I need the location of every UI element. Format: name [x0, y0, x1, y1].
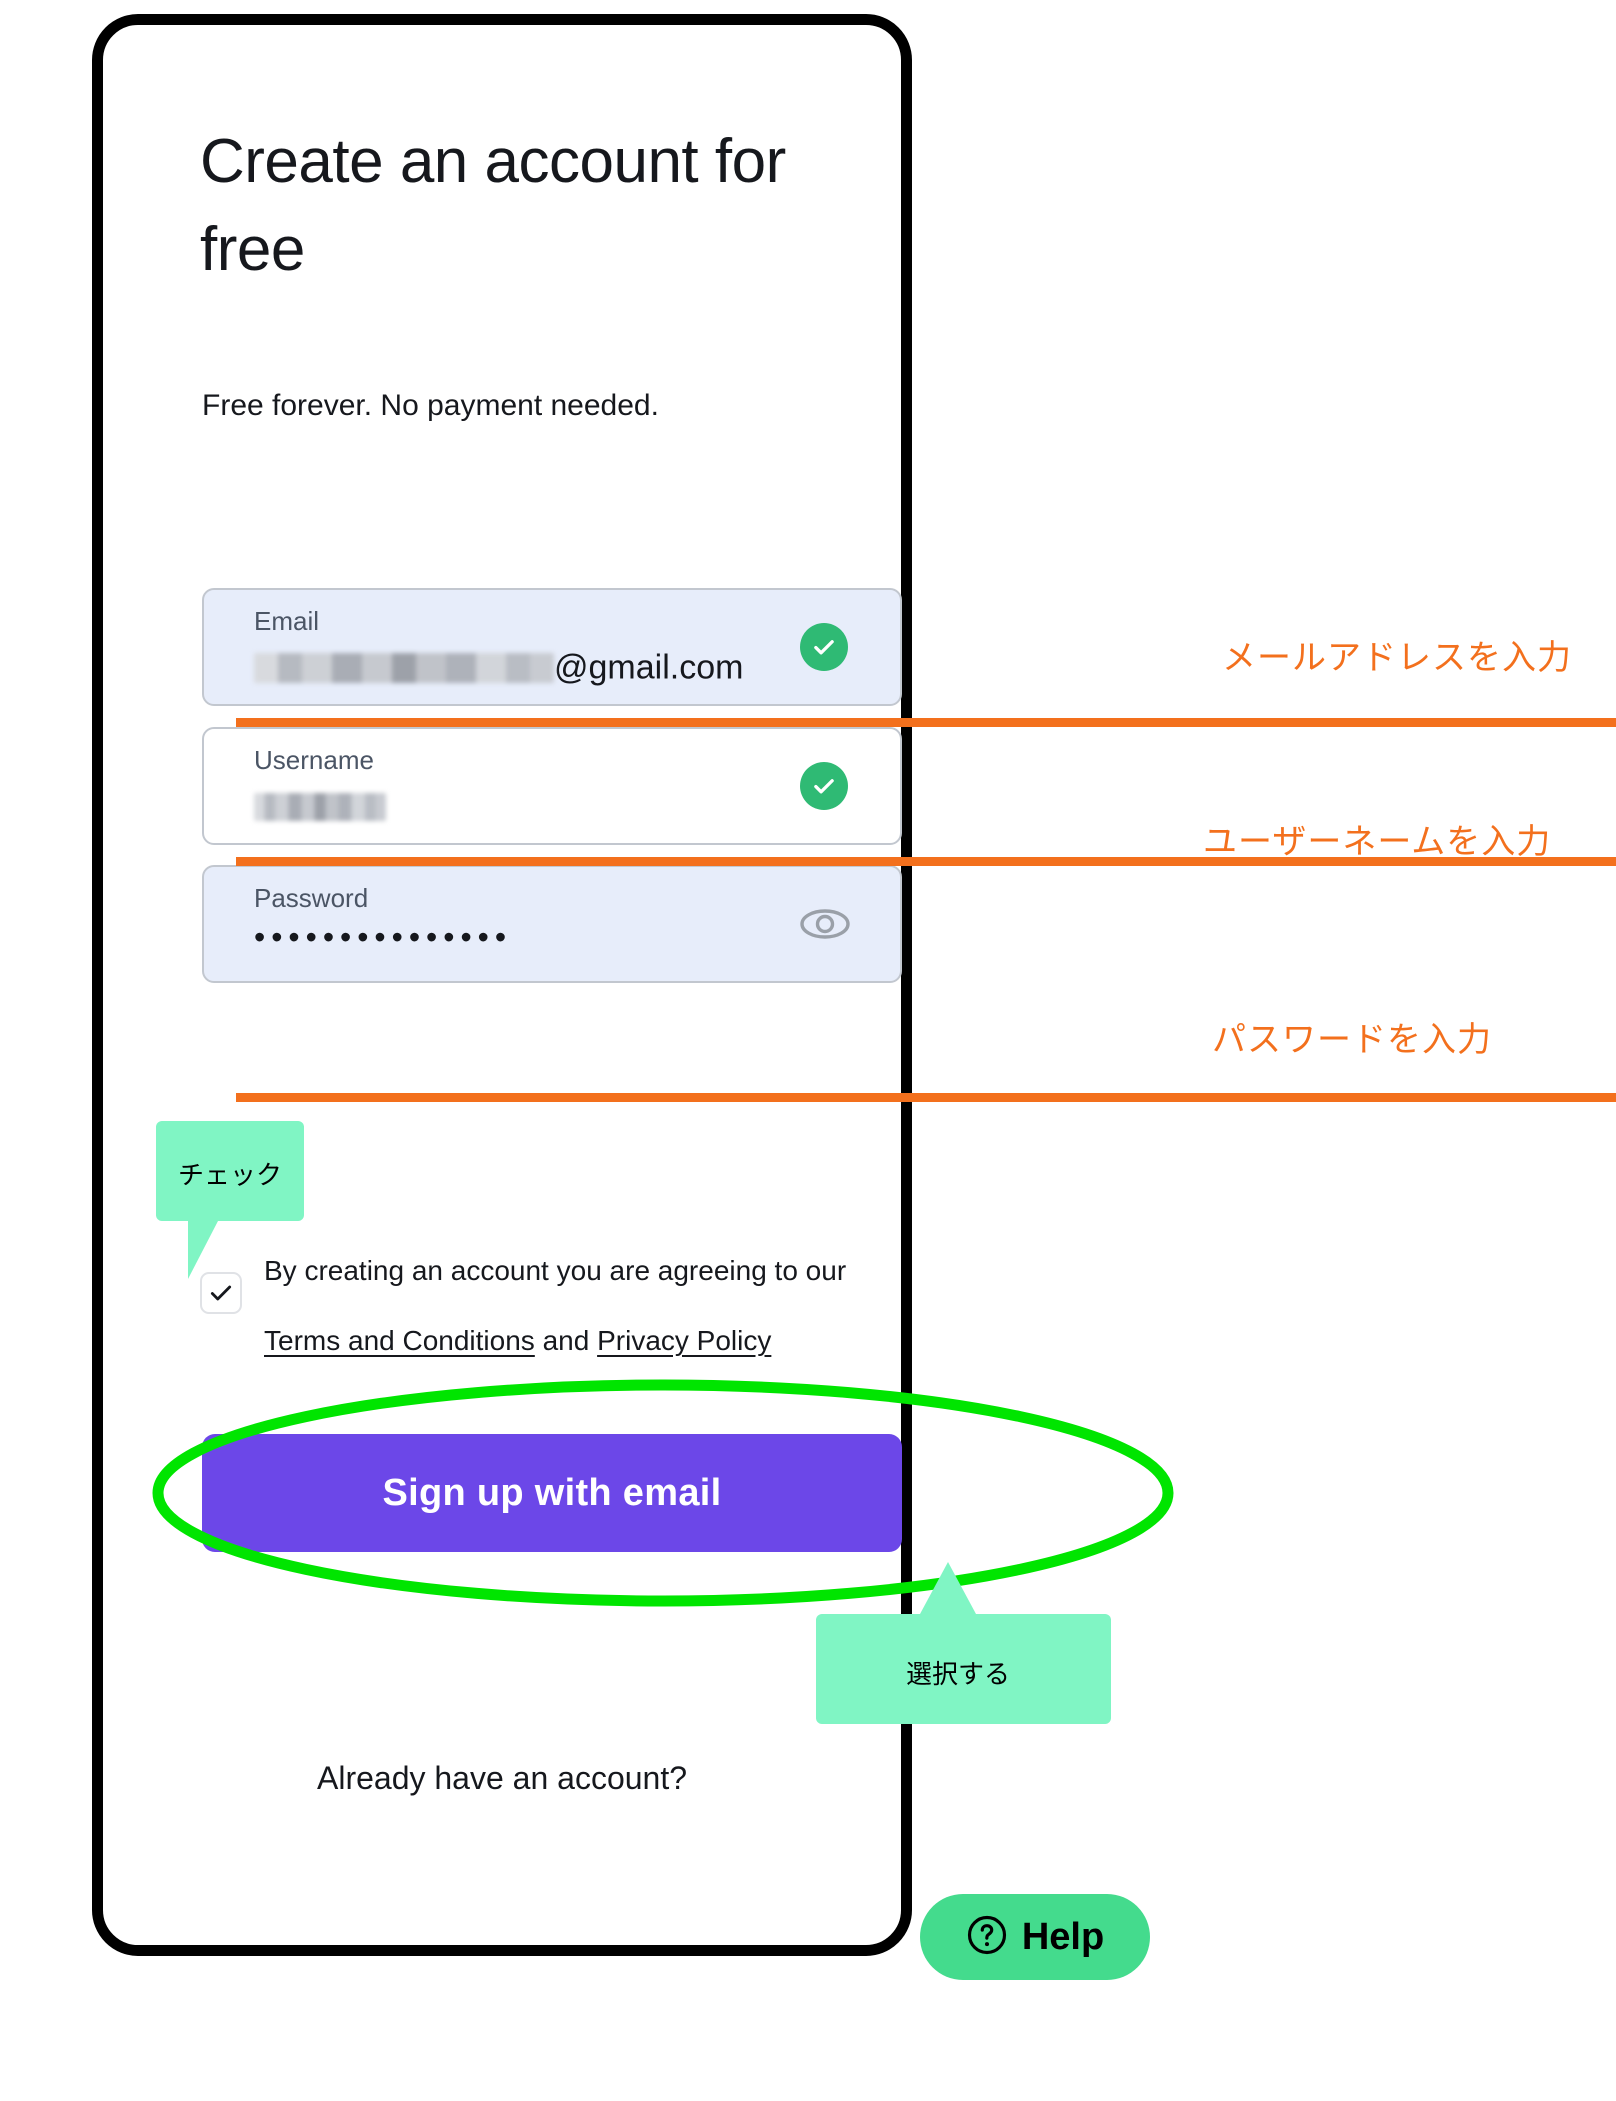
question-circle-icon — [966, 1914, 1008, 1961]
terms-text: By creating an account you are agreeing … — [264, 1236, 914, 1376]
help-button[interactable]: Help — [920, 1894, 1150, 1980]
annotation-text-password: パスワードを入力 — [1212, 1021, 1492, 1059]
check-circle-icon — [800, 623, 848, 671]
signup-with-email-button[interactable]: Sign up with email — [202, 1434, 902, 1552]
privacy-policy-link[interactable]: Privacy Policy — [597, 1325, 771, 1356]
password-field-value: ••••••••••••••• — [254, 919, 513, 955]
annotation-text-username: ユーザーネームを入力 — [1203, 823, 1552, 861]
annotation-text-email: メールアドレスを入力 — [1222, 639, 1572, 677]
email-field[interactable]: Email @gmail.com — [202, 588, 902, 706]
annotation-line-password — [236, 1093, 1616, 1102]
redacted-email-text — [254, 653, 554, 684]
callout-tail — [188, 1221, 218, 1279]
callout-check-label: チェック — [178, 1160, 283, 1190]
callout-select-label: 選択する — [906, 1659, 1011, 1689]
password-field[interactable]: Password ••••••••••••••• — [202, 865, 902, 983]
username-field-value — [254, 786, 386, 825]
username-field-label: Username — [254, 745, 374, 775]
callout-check: チェック — [156, 1121, 304, 1279]
username-field[interactable]: Username — [202, 727, 902, 845]
already-have-account-text[interactable]: Already have an account? — [0, 1760, 1004, 1797]
redacted-username-text — [254, 793, 386, 822]
callout-select: 選択する — [816, 1562, 1111, 1724]
eye-icon[interactable] — [796, 904, 854, 944]
terms-text-middle: and — [534, 1325, 598, 1356]
email-field-value: @gmail.com — [254, 647, 743, 688]
email-field-label: Email — [254, 606, 320, 636]
terms-text-before: By creating an account you are agreeing … — [264, 1255, 847, 1286]
terms-and-conditions-link[interactable]: Terms and Conditions — [264, 1325, 535, 1356]
email-domain-text: @gmail.com — [554, 648, 744, 687]
annotation-line-email — [236, 718, 1616, 727]
check-circle-icon — [800, 762, 848, 810]
page-subtitle: Free forever. No payment needed. — [202, 389, 659, 422]
page-title: Create an account for free — [200, 127, 786, 284]
callout-tail — [920, 1562, 976, 1614]
password-field-label: Password — [254, 883, 369, 913]
phone-frame — [92, 14, 912, 1956]
help-button-label: Help — [1021, 1915, 1105, 1958]
